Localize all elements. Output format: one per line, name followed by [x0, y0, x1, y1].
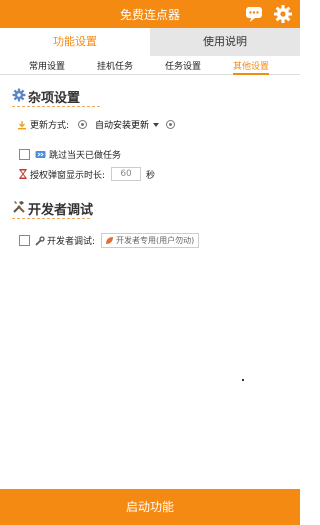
gear-icon: [12, 88, 26, 102]
update-method-row: 更新方式: 自动安装更新: [17, 118, 176, 131]
skip-today-label: 跳过当天已做任务: [49, 151, 122, 161]
sub-tabs: 常用设置 挂机任务 任务设置 其他设置: [0, 56, 300, 75]
tools-icon: [13, 201, 25, 213]
update-radio-left[interactable]: [78, 120, 88, 129]
leaf-icon: [106, 237, 114, 244]
auth-popup-label: 授权弹窗显示时长:: [30, 170, 106, 181]
skip-today-row: 跳过当天已做任务: [19, 148, 121, 161]
hourglass-icon: [19, 169, 27, 179]
section-divider: [12, 106, 100, 107]
chevron-down-icon: [153, 122, 160, 127]
dev-debug-input[interactable]: 开发者专用(用户勿动): [101, 233, 200, 248]
gear-icon: [274, 5, 292, 23]
update-method-value: 自动安装更新: [95, 121, 150, 131]
auth-duration-input[interactable]: 60: [111, 167, 142, 181]
settings-button[interactable]: [271, 2, 295, 26]
dev-debug-row: 开发者调试: 开发者专用(用户勿动): [19, 233, 200, 248]
dev-debug-checkbox[interactable]: [19, 235, 30, 246]
main-tabs: 功能设置 使用说明: [0, 28, 300, 56]
download-icon: [18, 120, 26, 129]
dev-debug-label: 开发者调试:: [47, 237, 96, 247]
tab-function-settings[interactable]: 功能设置: [0, 28, 150, 56]
skip-today-checkbox[interactable]: [19, 149, 30, 160]
subtab-idle-tasks[interactable]: 挂机任务: [97, 59, 133, 72]
wrench-icon: [35, 235, 45, 246]
stray-dot: [242, 379, 244, 381]
title-bar: 免费连点器: [0, 0, 300, 28]
start-function-button[interactable]: 启动功能: [0, 489, 300, 525]
dev-section-title: 开发者调试: [28, 203, 94, 218]
chat-icon: [246, 7, 262, 22]
misc-section-title: 杂项设置: [28, 91, 81, 106]
update-method-label: 更新方式:: [30, 121, 70, 131]
skip-icon: [35, 151, 46, 158]
auth-duration-unit: 秒: [146, 170, 156, 181]
dev-debug-placeholder: 开发者专用(用户勿动): [116, 236, 195, 245]
subtab-task-settings[interactable]: 任务设置: [165, 59, 201, 72]
auth-popup-row: 授权弹窗显示时长: 60 秒: [19, 167, 155, 181]
update-method-select[interactable]: 自动安装更新: [95, 118, 160, 131]
tab-instructions[interactable]: 使用说明: [150, 28, 300, 56]
subtab-common[interactable]: 常用设置: [29, 59, 65, 72]
chat-button[interactable]: [242, 2, 266, 26]
section-divider: [12, 218, 90, 219]
update-radio-right[interactable]: [166, 120, 176, 129]
subtab-other-settings[interactable]: 其他设置: [233, 59, 270, 75]
